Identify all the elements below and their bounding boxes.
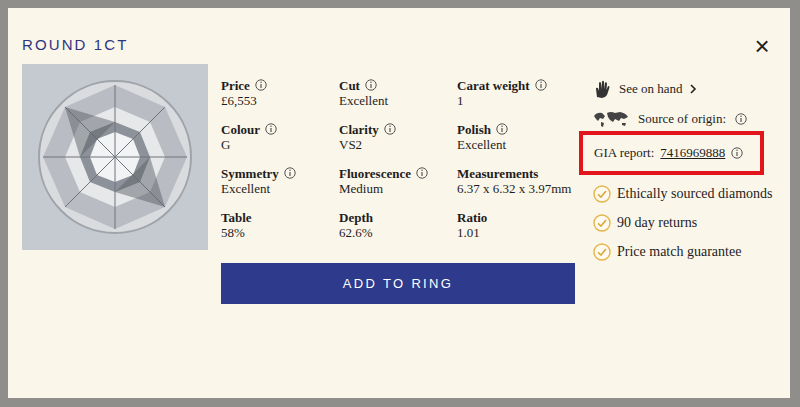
- info-icon: [731, 147, 743, 159]
- diamond-image: [22, 64, 208, 250]
- spec-item: CutExcellent: [339, 77, 457, 121]
- spec-label: Table: [221, 211, 252, 224]
- spec-label: Ratio: [457, 211, 487, 224]
- info-icon: [284, 167, 296, 179]
- spec-value: Excellent: [339, 93, 457, 109]
- chevron-right-icon: [689, 84, 697, 94]
- hand-icon: [593, 79, 613, 99]
- spec-label: Cut: [339, 79, 360, 92]
- info-icon: [255, 79, 267, 91]
- gia-report-link[interactable]: 7416969888: [660, 143, 725, 163]
- source-of-origin-label: Source of origin:: [638, 109, 726, 129]
- product-modal: ROUND 1CT×Price£6,553CutExcellentCarat w…: [8, 8, 790, 398]
- spec-item: SymmetryExcellent: [221, 165, 339, 209]
- feature-item: Ethically sourced diamonds: [593, 179, 773, 208]
- see-on-hand-link[interactable]: See on hand: [593, 78, 773, 100]
- spec-label: Symmetry: [221, 167, 279, 180]
- gia-report-row: GIA report: 7416969888: [579, 131, 764, 175]
- info-icon: [416, 167, 428, 179]
- spec-item: Measurements6.37 x 6.32 x 3.97mm: [457, 165, 575, 209]
- spec-value: Medium: [339, 181, 457, 197]
- modal-header: ROUND 1CT ×: [8, 8, 790, 64]
- spec-label: Clarity: [339, 123, 379, 136]
- see-on-hand-label[interactable]: See on hand: [619, 79, 683, 99]
- spec-label-row: Fluorescence: [339, 165, 457, 181]
- spec-item: Ratio1.01: [457, 209, 575, 253]
- spec-label-row: Price: [221, 77, 339, 93]
- info-icon: [496, 123, 508, 135]
- spec-item: Carat weight1: [457, 77, 575, 121]
- specs-column: Price£6,553CutExcellentCarat weight1Colo…: [221, 64, 575, 304]
- spec-value: Excellent: [221, 181, 339, 197]
- feature-label: Ethically sourced diamonds: [617, 183, 773, 204]
- spec-value: 58%: [221, 225, 339, 241]
- spec-value: 1.01: [457, 225, 575, 241]
- spec-label: Colour: [221, 123, 260, 136]
- world-map-icon: [593, 110, 629, 128]
- spec-value: £6,553: [221, 93, 339, 109]
- spec-label-row: Clarity: [339, 121, 457, 137]
- spec-label: Depth: [339, 211, 373, 224]
- spec-value: 1: [457, 93, 575, 109]
- spec-label-row: Measurements: [457, 165, 575, 181]
- source-of-origin-row: Source of origin:: [593, 108, 773, 130]
- feature-label: 90 day returns: [617, 212, 697, 233]
- feature-label: Price match guarantee: [617, 241, 741, 262]
- spec-item: PolishExcellent: [457, 121, 575, 165]
- spec-label: Fluorescence: [339, 167, 411, 180]
- spec-label-row: Ratio: [457, 209, 575, 225]
- spec-label-row: Colour: [221, 121, 339, 137]
- check-circle-icon: [593, 214, 611, 232]
- spec-value: 62.6%: [339, 225, 457, 241]
- add-to-ring-button[interactable]: ADD TO RING: [221, 263, 575, 304]
- diamond-icon: [35, 77, 195, 237]
- info-icon: [365, 79, 377, 91]
- spec-label-row: Polish: [457, 121, 575, 137]
- info-icon: [735, 113, 747, 125]
- info-icon: [384, 123, 396, 135]
- specs-grid: Price£6,553CutExcellentCarat weight1Colo…: [221, 64, 575, 253]
- spec-item: ClarityVS2: [339, 121, 457, 165]
- spec-label-row: Carat weight: [457, 77, 575, 93]
- check-circle-icon: [593, 185, 611, 203]
- info-icon: [265, 123, 277, 135]
- spec-label-row: Table: [221, 209, 339, 225]
- modal-title: ROUND 1CT: [22, 34, 128, 57]
- close-button[interactable]: ×: [750, 34, 774, 58]
- feature-item: 90 day returns: [593, 208, 773, 237]
- spec-label-row: Symmetry: [221, 165, 339, 181]
- spec-item: Table58%: [221, 209, 339, 253]
- spec-label: Price: [221, 79, 250, 92]
- spec-value: 6.37 x 6.32 x 3.97mm: [457, 181, 575, 197]
- spec-label: Carat weight: [457, 79, 530, 92]
- details-column: See on hand Source of origin: GIA report: 7…: [593, 64, 773, 304]
- info-icon: [535, 79, 547, 91]
- spec-value: Excellent: [457, 137, 575, 153]
- gia-report-label: GIA report:: [594, 143, 654, 163]
- features-list: Ethically sourced diamonds 90 day returns…: [593, 179, 773, 266]
- spec-label-row: Depth: [339, 209, 457, 225]
- spec-label-row: Cut: [339, 77, 457, 93]
- spec-value: VS2: [339, 137, 457, 153]
- feature-item: Price match guarantee: [593, 237, 773, 266]
- spec-value: G: [221, 137, 339, 153]
- check-circle-icon: [593, 243, 611, 261]
- spec-label: Measurements: [457, 167, 538, 180]
- modal-body: Price£6,553CutExcellentCarat weight1Colo…: [8, 64, 790, 304]
- spec-item: Depth62.6%: [339, 209, 457, 253]
- spec-item: Price£6,553: [221, 77, 339, 121]
- spec-label: Polish: [457, 123, 491, 136]
- spec-item: FluorescenceMedium: [339, 165, 457, 209]
- spec-item: ColourG: [221, 121, 339, 165]
